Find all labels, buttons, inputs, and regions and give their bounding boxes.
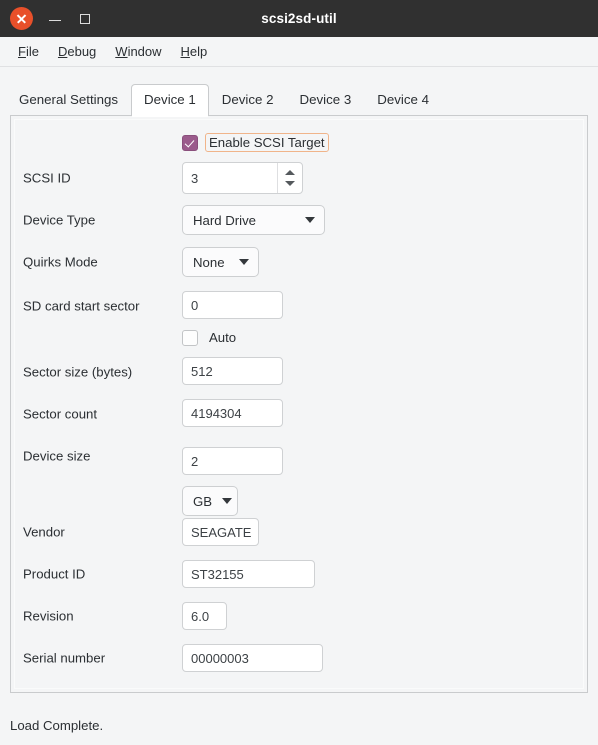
scsi-id-spinner[interactable]: 3 xyxy=(182,162,303,194)
sector-size-input[interactable]: 512 xyxy=(182,357,283,385)
sd-start-sector-label: SD card start sector xyxy=(23,298,140,314)
device-panel: Enable SCSI Target SCSI ID 3 Device Type xyxy=(10,115,588,693)
menu-label-help: elp xyxy=(189,44,208,59)
sector-size-label: Sector size (bytes) xyxy=(23,364,133,380)
enable-scsi-target-checkbox[interactable]: Enable SCSI Target xyxy=(182,133,329,152)
sector-count-value[interactable]: 4194304 xyxy=(182,399,283,427)
tab-device-3[interactable]: Device 3 xyxy=(287,84,365,116)
close-icon[interactable] xyxy=(10,7,33,30)
row-sd-start-sector: SD card start sector 0 xyxy=(11,291,587,320)
auto-checkbox[interactable]: Auto xyxy=(182,328,240,347)
sector-size-value[interactable]: 512 xyxy=(182,357,283,385)
sd-start-sector-value[interactable]: 0 xyxy=(182,291,283,319)
product-id-label: Product ID xyxy=(23,566,86,582)
serial-number-input[interactable]: 00000003 xyxy=(182,644,323,672)
row-sector-count: Sector count 4194304 xyxy=(11,399,587,428)
chevron-down-icon xyxy=(239,259,249,265)
vendor-input[interactable]: SEAGATE xyxy=(182,518,259,546)
row-scsi-id: SCSI ID 3 xyxy=(11,162,587,194)
row-revision: Revision 6.0 xyxy=(11,602,587,630)
enable-scsi-target-label: Enable SCSI Target xyxy=(205,133,329,152)
sector-count-input[interactable]: 4194304 xyxy=(182,399,283,427)
menubar: File Debug Window Help xyxy=(0,37,598,67)
device-size-unit-value: GB xyxy=(193,493,213,509)
tab-device-2[interactable]: Device 2 xyxy=(209,84,287,116)
vendor-label: Vendor xyxy=(23,524,65,540)
tab-label: Device 4 xyxy=(377,92,429,107)
window-controls xyxy=(0,7,93,30)
revision-input[interactable]: 6.0 xyxy=(182,602,227,630)
revision-value[interactable]: 6.0 xyxy=(182,602,227,630)
tab-label: General Settings xyxy=(19,92,119,107)
row-sector-size: Sector size (bytes) 512 xyxy=(11,357,587,386)
device-form: Enable SCSI Target SCSI ID 3 Device Type xyxy=(11,116,587,692)
tab-device-4[interactable]: Device 4 xyxy=(364,84,442,116)
tab-label: Device 3 xyxy=(299,92,352,107)
menu-item-file[interactable]: File xyxy=(9,42,49,61)
spinner-down-icon[interactable] xyxy=(285,181,295,186)
row-device-size-unit: GB xyxy=(11,484,587,516)
status-bar: Load Complete. xyxy=(0,705,598,745)
spinner-up-icon[interactable] xyxy=(285,170,295,175)
revision-label: Revision xyxy=(23,608,74,624)
menu-mnemonic-file: F xyxy=(18,44,26,59)
row-product-id: Product ID ST32155 xyxy=(11,560,587,588)
minimize-icon[interactable] xyxy=(47,11,63,27)
row-device-size: Device size 2 xyxy=(11,442,587,475)
maximize-icon[interactable] xyxy=(77,11,93,27)
menu-label-window: indow xyxy=(127,44,162,59)
device-type-select[interactable]: Hard Drive xyxy=(182,205,325,235)
sd-start-sector-input[interactable]: 0 xyxy=(182,291,283,319)
tab-label: Device 2 xyxy=(221,92,274,107)
status-text: Load Complete. xyxy=(10,717,104,733)
sector-count-label: Sector count xyxy=(23,406,98,422)
tab-bar: General Settings Device 1 Device 2 Devic… xyxy=(0,83,598,117)
row-vendor: Vendor SEAGATE xyxy=(11,518,587,546)
row-serial-number: Serial number 00000003 xyxy=(11,644,587,672)
chevron-down-icon xyxy=(222,498,233,504)
device-size-unit-select[interactable]: GB xyxy=(182,486,238,516)
menu-mnemonic-help: H xyxy=(180,44,190,59)
product-id-value[interactable]: ST32155 xyxy=(182,560,315,588)
quirks-mode-label: Quirks Mode xyxy=(23,254,98,270)
vendor-value[interactable]: SEAGATE xyxy=(182,518,259,546)
menu-mnemonic-debug: D xyxy=(57,44,68,59)
menu-item-help[interactable]: Help xyxy=(172,42,218,61)
row-quirks-mode: Quirks Mode None xyxy=(11,247,587,277)
chevron-down-icon xyxy=(305,217,315,223)
menu-label-debug: ebug xyxy=(67,44,97,59)
quirks-mode-value: None xyxy=(193,254,225,270)
menu-item-window[interactable]: Window xyxy=(106,42,171,61)
quirks-mode-select[interactable]: None xyxy=(182,247,259,277)
product-id-input[interactable]: ST32155 xyxy=(182,560,315,588)
auto-label: Auto xyxy=(209,330,237,345)
device-size-input[interactable]: 2 xyxy=(182,447,283,475)
row-device-type: Device Type Hard Drive xyxy=(11,205,587,235)
scsi-id-label: SCSI ID xyxy=(23,170,71,186)
serial-number-label: Serial number xyxy=(23,650,106,666)
checkbox-checked-icon[interactable] xyxy=(182,134,198,151)
scsi-id-value[interactable]: 3 xyxy=(183,163,277,193)
menu-mnemonic-window: W xyxy=(115,44,128,59)
spinner-buttons xyxy=(277,163,302,193)
device-size-value[interactable]: 2 xyxy=(182,447,283,475)
tab-device-1[interactable]: Device 1 xyxy=(131,84,209,117)
menu-label-file: ile xyxy=(25,44,39,59)
serial-number-value[interactable]: 00000003 xyxy=(182,644,323,672)
menu-item-debug[interactable]: Debug xyxy=(49,42,106,61)
titlebar: scsi2sd-util xyxy=(0,0,598,37)
tab-general-settings[interactable]: General Settings xyxy=(6,84,131,116)
tab-label: Device 1 xyxy=(144,92,196,107)
row-auto: Auto xyxy=(11,324,587,352)
device-size-label: Device size xyxy=(23,448,91,464)
row-enable-scsi-target: Enable SCSI Target xyxy=(11,128,587,156)
device-type-value: Hard Drive xyxy=(193,212,257,228)
device-type-label: Device Type xyxy=(23,212,96,228)
checkbox-unchecked-icon[interactable] xyxy=(182,329,198,346)
